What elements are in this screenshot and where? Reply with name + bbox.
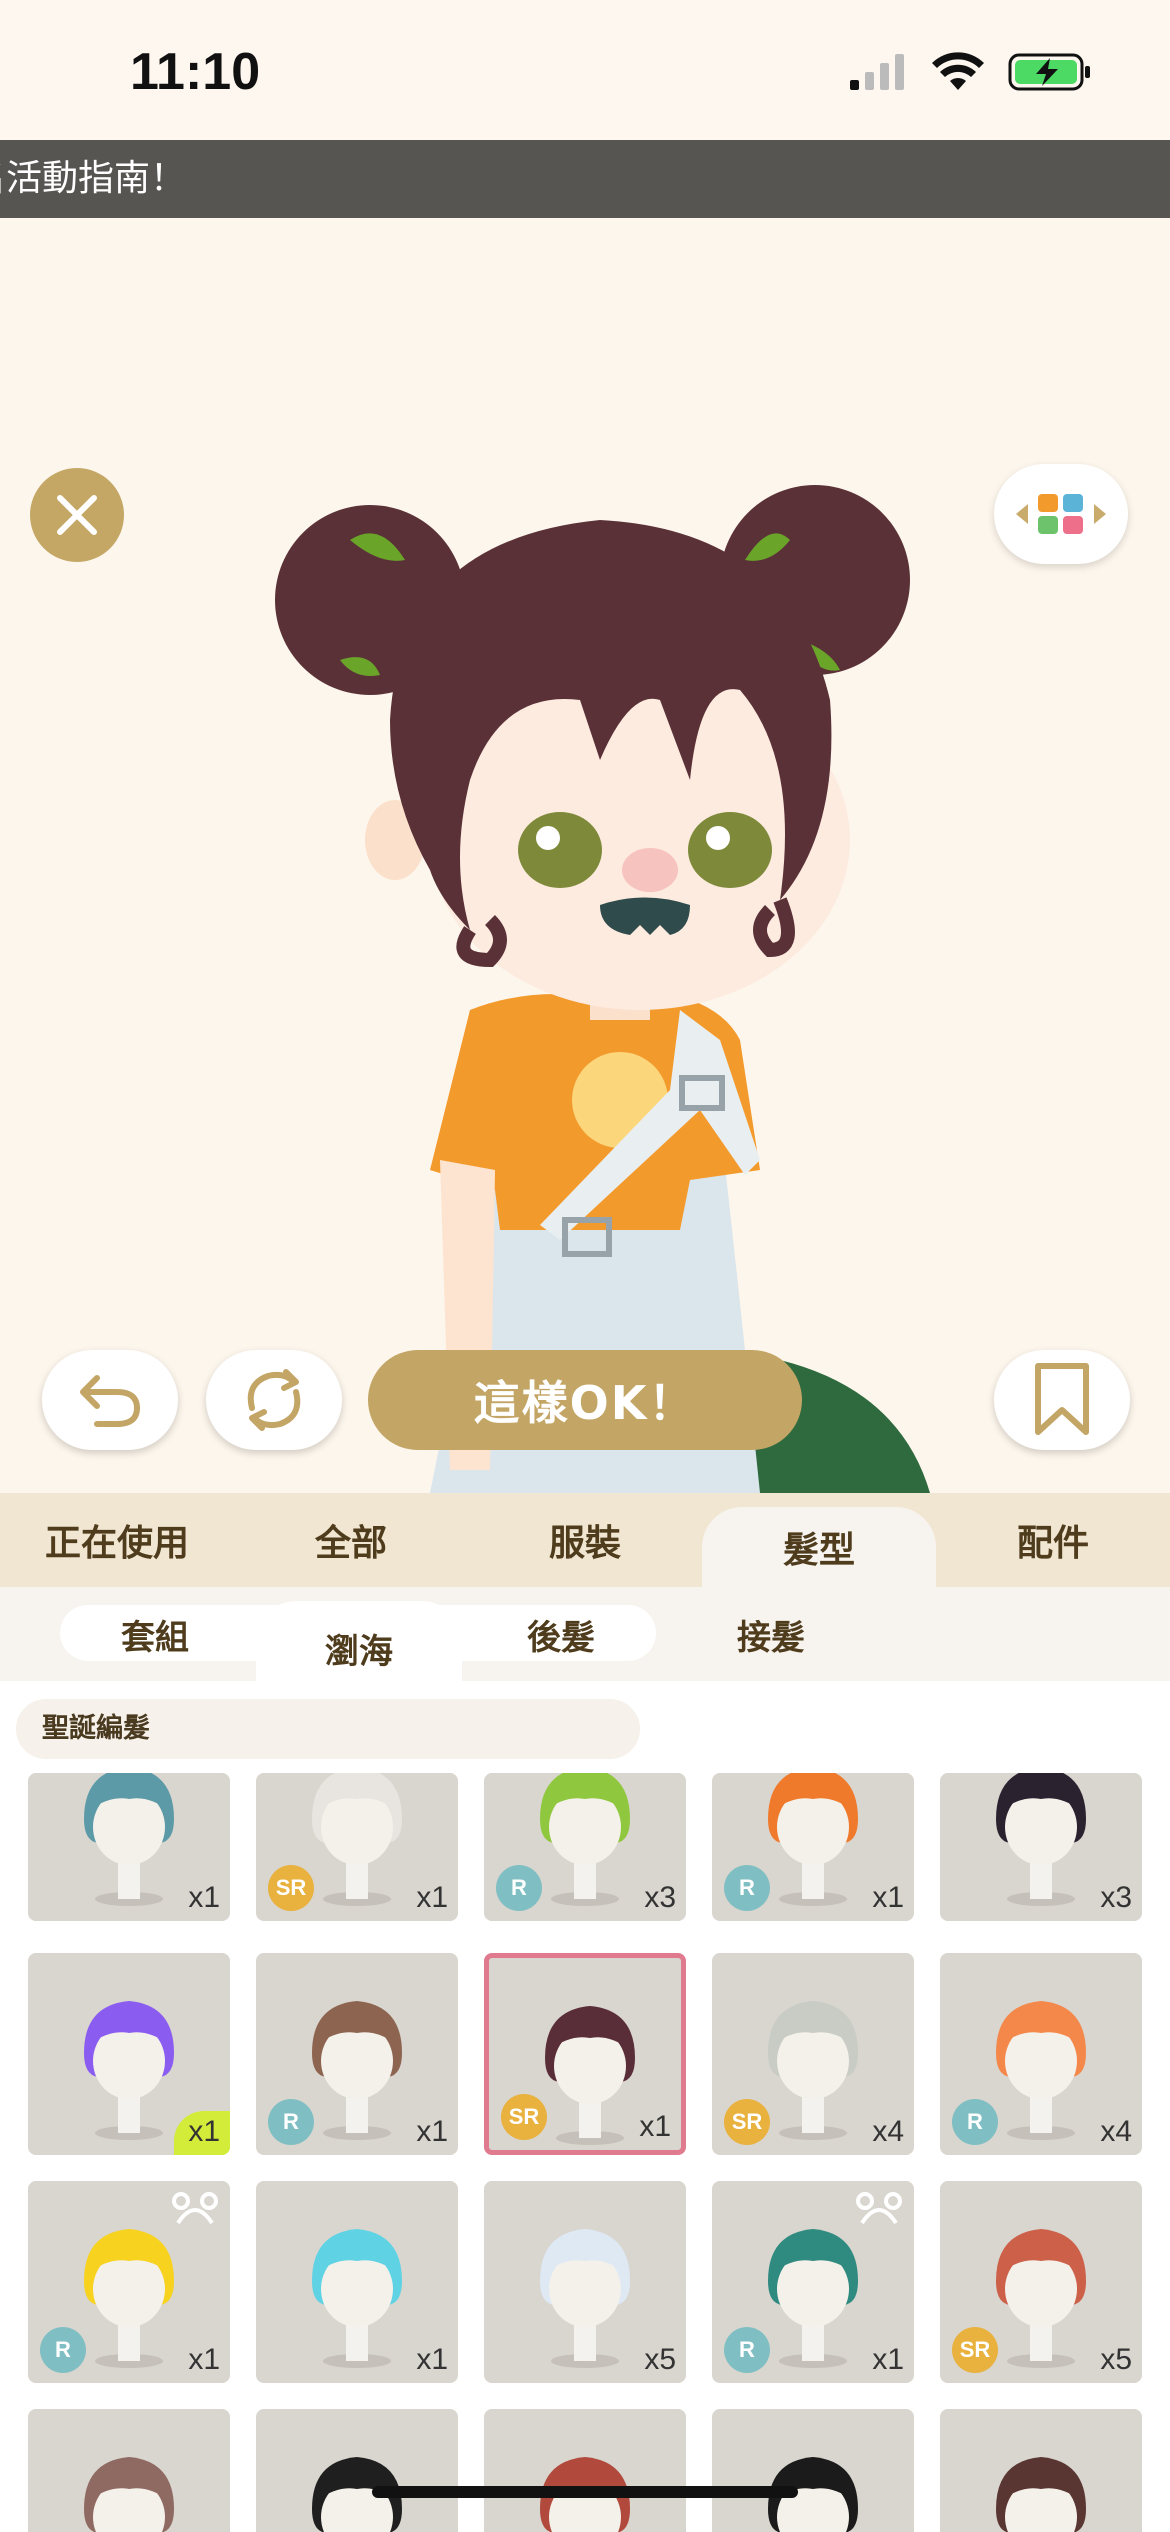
hair-item[interactable]: SR x4 <box>712 1953 914 2155</box>
hair-item[interactable]: SR x1 <box>256 1773 458 1921</box>
hair-item[interactable]: x1 <box>256 2181 458 2383</box>
item-quantity: x5 <box>1100 2343 1132 2376</box>
hair-preview-icon <box>312 2457 402 2532</box>
status-bar: 11:10 <box>0 0 1170 140</box>
rarity-badge: R <box>952 2099 998 2145</box>
hair-item[interactable]: Rx1 <box>256 1953 458 2155</box>
rarity-badge: SR <box>952 2327 998 2373</box>
undo-icon <box>80 1375 141 1427</box>
hair-item[interactable]: Rx1 <box>28 2181 230 2383</box>
rarity-badge: SR <box>268 1865 314 1911</box>
hair-item[interactable]: Rx1 <box>712 1773 914 1921</box>
signal-icon <box>850 54 904 90</box>
home-indicator[interactable] <box>372 2486 798 2498</box>
bear-ears-icon <box>172 2192 218 2225</box>
announcement-ticker[interactable]: 名活動指南！ <box>0 140 1170 218</box>
item-quantity: x1 <box>188 1881 220 1914</box>
item-quantity: x1 <box>188 2343 220 2376</box>
hair-item[interactable] <box>256 2409 458 2532</box>
hair-preview-icon <box>768 2457 858 2532</box>
shuffle-icon <box>247 1369 301 1431</box>
hair-item[interactable] <box>940 2409 1142 2532</box>
item-quantity: x1 <box>416 2115 448 2148</box>
rarity-badge: R <box>268 2099 314 2145</box>
save-outfit-button[interactable] <box>994 1350 1130 1450</box>
tab-clothing[interactable]: 服裝 <box>468 1493 702 1587</box>
item-quantity: x1 <box>872 2343 904 2376</box>
status-time: 11:10 <box>130 43 261 101</box>
rarity-badge: R <box>496 1865 542 1911</box>
item-quantity: x1 <box>188 2115 220 2148</box>
item-quantity: x3 <box>644 1881 676 1914</box>
hair-item[interactable]: x3 <box>940 1773 1142 1921</box>
hair-item[interactable] <box>484 2409 686 2532</box>
hair-preview-icon <box>540 2457 630 2532</box>
tab-accessories[interactable]: 配件 <box>936 1493 1170 1587</box>
randomize-button[interactable] <box>206 1350 342 1450</box>
rarity-badge: SR <box>724 2099 770 2145</box>
hair-item[interactable] <box>28 2409 230 2532</box>
subtab-hair-extension[interactable]: 接髮 <box>676 1587 866 1681</box>
item-grid-area: 聖誕編髮 x1 SR x1 Rx3 Rx1 x3 x1 Rx1 SR x1 SR x4 Rx4 Rx1 x1… <box>0 1681 1170 2532</box>
hair-item[interactable]: x1 <box>28 1773 230 1921</box>
battery-charging-icon <box>1008 53 1090 91</box>
item-quantity: x1 <box>639 2110 671 2143</box>
hair-preview-icon <box>84 2457 174 2532</box>
item-quantity: x1 <box>872 1881 904 1914</box>
collection-filter[interactable]: 聖誕編髮 <box>16 1699 640 1759</box>
item-quantity: x4 <box>872 2115 904 2148</box>
avatar-stage: 這樣OK！ <box>0 218 1170 1493</box>
close-icon <box>57 495 97 535</box>
category-tabs: 正在使用 全部 服裝 髮型 配件 <box>0 1493 1170 1587</box>
hair-item[interactable]: Rx4 <box>940 1953 1142 2155</box>
tab-hairstyle[interactable]: 髮型 <box>702 1507 936 1587</box>
hair-item[interactable]: x1 <box>28 1953 230 2155</box>
item-quantity: x4 <box>1100 2115 1132 2148</box>
rarity-badge: SR <box>501 2094 547 2140</box>
subtab-back-hair[interactable]: 後髮 <box>466 1587 656 1681</box>
status-icons <box>848 52 1092 92</box>
bookmark-icon <box>1035 1363 1089 1435</box>
hair-item[interactable]: Rx3 <box>484 1773 686 1921</box>
layout-switch-button[interactable] <box>994 464 1128 564</box>
hair-item[interactable]: Rx1 <box>712 2181 914 2383</box>
hair-subtabs: 套組 瀏海 後髮 接髮 <box>0 1587 1170 1695</box>
hair-preview-icon <box>996 2457 1086 2532</box>
item-quantity: x5 <box>644 2343 676 2376</box>
rarity-badge: R <box>724 2327 770 2373</box>
tab-all[interactable]: 全部 <box>234 1493 468 1587</box>
rarity-badge: R <box>724 1865 770 1911</box>
subtab-set[interactable]: 套組 <box>60 1587 250 1681</box>
ticker-text: 名活動指南！ <box>0 158 187 199</box>
close-button[interactable] <box>30 468 124 562</box>
hair-item[interactable] <box>712 2409 914 2532</box>
undo-button[interactable] <box>42 1350 178 1450</box>
rarity-badge: R <box>40 2327 86 2373</box>
item-quantity: x1 <box>416 2343 448 2376</box>
confirm-outfit-button[interactable]: 這樣OK！ <box>368 1350 802 1450</box>
tab-in-use[interactable]: 正在使用 <box>0 1493 234 1587</box>
hair-item[interactable]: x5 <box>484 2181 686 2383</box>
avatar-character <box>275 485 930 1493</box>
hair-item[interactable]: SR x1 <box>484 1953 686 2155</box>
item-quantity: x1 <box>416 1881 448 1914</box>
bear-ears-icon <box>856 2192 902 2225</box>
wifi-icon <box>932 52 984 90</box>
hair-item[interactable]: SR x5 <box>940 2181 1142 2383</box>
layout-grid-icon <box>1016 494 1106 534</box>
item-quantity: x3 <box>1100 1881 1132 1914</box>
